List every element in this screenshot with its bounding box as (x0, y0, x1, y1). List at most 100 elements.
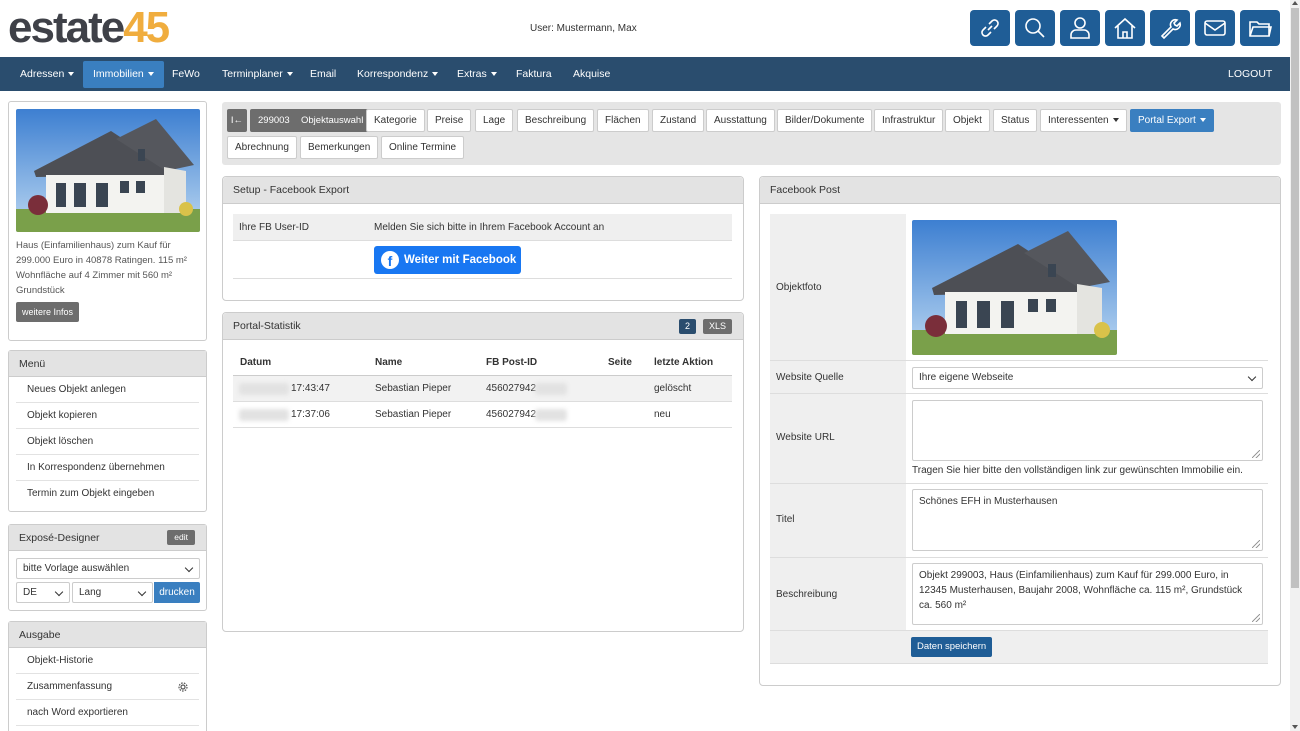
website-url-input[interactable] (912, 400, 1263, 461)
property-card: Haus (Einfamilienhaus) zum Kauf für 299.… (8, 101, 207, 341)
header: estate45 User: Mustermann, Max (0, 0, 1290, 57)
user-label: User: Mustermann, Max (530, 23, 637, 34)
save-data-button[interactable]: Daten speichern (911, 637, 993, 657)
tab-flaechen[interactable]: Flächen (597, 109, 649, 132)
count-badge: 2 (678, 319, 696, 334)
tab-bemerkungen[interactable]: Bemerkungen (300, 136, 379, 159)
link-icon[interactable] (970, 10, 1010, 46)
tab-infrastruktur[interactable]: Infrastruktur (874, 109, 944, 132)
nav-extras[interactable]: Extras (447, 61, 507, 88)
col-post-id: FB Post-ID (486, 357, 538, 368)
continue-with-facebook-button[interactable]: f Weiter mit Facebook (374, 246, 521, 274)
tab-interessenten[interactable]: Interessenten (1040, 109, 1127, 132)
website-source-select[interactable]: Ihre eigene Webseite (912, 367, 1263, 389)
language-select[interactable]: DE (16, 582, 70, 603)
table-row[interactable]: 17:43:47 Sebastian Pieper 456027942 gelö… (233, 376, 732, 402)
page-scrollbar[interactable] (1290, 0, 1300, 731)
tab-bilder-dokumente[interactable]: Bilder/Dokumente (777, 109, 873, 132)
menu-new-object[interactable]: Neues Objekt anlegen (16, 377, 199, 403)
home-icon[interactable] (1105, 10, 1145, 46)
post-title-input[interactable]: Schönes EFH in Musterhausen (912, 489, 1263, 551)
col-letzte-aktion: letzte Aktion (654, 357, 714, 368)
object-tab-bar: I← 299003 Objektauswahl Kategorie Preise… (222, 102, 1281, 165)
col-name: Name (375, 357, 403, 368)
fb-user-row: Ihre FB User-ID Melden Sie sich bitte in… (233, 214, 732, 241)
fb-user-label: Ihre FB User-ID (239, 222, 310, 233)
chevron-down-icon (1247, 372, 1257, 382)
tab-status[interactable]: Status (993, 109, 1038, 132)
nav-akquise[interactable]: Akquise (563, 61, 620, 88)
folder-icon[interactable] (1240, 10, 1280, 46)
tab-beschreibung[interactable]: Beschreibung (517, 109, 595, 132)
description-row: Beschreibung Objekt 299003, Haus (Einfam… (770, 558, 1268, 631)
menu-add-appointment[interactable]: Termin zum Objekt eingeben (16, 481, 199, 507)
source-label: Website Quelle (776, 372, 844, 383)
tab-zustand[interactable]: Zustand (652, 109, 705, 132)
chevron-down-icon (137, 587, 147, 597)
nav-faktura[interactable]: Faktura (506, 61, 562, 88)
scroll-up-icon[interactable] (1292, 1, 1298, 5)
tab-ausstattung[interactable]: Ausstattung (706, 109, 775, 132)
wrench-icon[interactable] (1150, 10, 1190, 46)
description-label: Beschreibung (776, 589, 838, 600)
xls-export-button[interactable]: XLS (702, 319, 732, 334)
photo-label: Objektfoto (776, 282, 822, 293)
nav-fewo[interactable]: FeWo (162, 61, 210, 88)
nav-terminplaner[interactable]: Terminplaner (212, 61, 303, 88)
length-select[interactable]: Lang (72, 582, 153, 603)
top-icon-bar (970, 10, 1280, 46)
portal-statistics-header: Portal-Statistik 2 XLS (223, 313, 743, 340)
tab-online-termine[interactable]: Online Termine (381, 136, 465, 159)
title-label: Titel (776, 514, 795, 525)
property-description: Haus (Einfamilienhaus) zum Kauf für 299.… (16, 240, 187, 296)
mail-icon[interactable] (1195, 10, 1235, 46)
nav-immobilien[interactable]: Immobilien (83, 61, 164, 88)
property-photo[interactable] (16, 109, 200, 232)
user-icon[interactable] (1060, 10, 1100, 46)
output-export-word[interactable]: nach Word exportieren (16, 700, 199, 726)
menu-title: Menü (9, 351, 206, 377)
menu-delete-object[interactable]: Objekt löschen (16, 429, 199, 455)
output-object-history[interactable]: Objekt-Historie (16, 648, 199, 674)
post-photo[interactable] (912, 220, 1117, 355)
tab-abrechnung[interactable]: Abrechnung (227, 136, 297, 159)
nav-adressen[interactable]: Adressen (10, 61, 84, 88)
facebook-post-title: Facebook Post (760, 177, 1280, 204)
gear-icon[interactable] (178, 682, 188, 692)
back-to-first-button[interactable]: I← (227, 109, 247, 132)
menu-card: Menü Neues Objekt anlegen Objekt kopiere… (8, 350, 207, 512)
scroll-down-icon[interactable] (1292, 725, 1298, 729)
tab-preise[interactable]: Preise (427, 109, 472, 132)
post-description-input[interactable]: Objekt 299003, Haus (Einfamilienhaus) zu… (912, 563, 1263, 625)
more-info-button[interactable]: weitere Infos (16, 302, 80, 322)
title-row: Titel Schönes EFH in Musterhausen (770, 484, 1268, 558)
expose-edit-button[interactable]: edit (167, 530, 195, 545)
tab-lage[interactable]: Lage (475, 109, 514, 132)
portal-statistics-title: Portal-Statistik (233, 320, 301, 332)
table-row[interactable]: 17:37:06 Sebastian Pieper 456027942 neu (233, 402, 732, 428)
facebook-setup-title: Setup - Facebook Export (223, 177, 743, 204)
expose-designer-card: Exposé-Designer edit bitte Vorlage auswä… (8, 524, 207, 611)
source-row: Website Quelle Ihre eigene Webseite (770, 361, 1268, 394)
tab-objektauswahl[interactable]: Objektauswahl (293, 109, 372, 132)
facebook-setup-panel: Setup - Facebook Export Ihre FB User-ID … (222, 176, 744, 301)
logo[interactable]: estate45 (8, 6, 170, 50)
output-card: Ausgabe Objekt-Historie Zusammenfassung … (8, 621, 207, 731)
print-button[interactable]: drucken (154, 582, 200, 603)
logout-link[interactable]: LOGOUT (1218, 61, 1282, 88)
tab-objekt[interactable]: Objekt (945, 109, 990, 132)
template-select[interactable]: bitte Vorlage auswählen (16, 558, 200, 579)
menu-copy-object[interactable]: Objekt kopieren (16, 403, 199, 429)
portal-statistics-panel: Portal-Statistik 2 XLS Datum Name FB Pos… (222, 312, 744, 632)
tab-kategorie[interactable]: Kategorie (366, 109, 425, 132)
search-icon[interactable] (1015, 10, 1055, 46)
output-summary[interactable]: Zusammenfassung (16, 674, 199, 700)
menu-to-correspondence[interactable]: In Korrespondenz übernehmen (16, 455, 199, 481)
nav-email[interactable]: Email (300, 61, 346, 88)
url-hint: Tragen Sie hier bitte den vollständigen … (912, 465, 1243, 476)
main-navbar: Adressen Immobilien FeWo Terminplaner Em… (0, 57, 1290, 91)
tab-portal-export[interactable]: Portal Export (1130, 109, 1214, 132)
object-id-badge[interactable]: 299003 (250, 109, 298, 132)
scroll-thumb[interactable] (1291, 8, 1299, 588)
nav-korrespondenz[interactable]: Korrespondenz (347, 61, 448, 88)
